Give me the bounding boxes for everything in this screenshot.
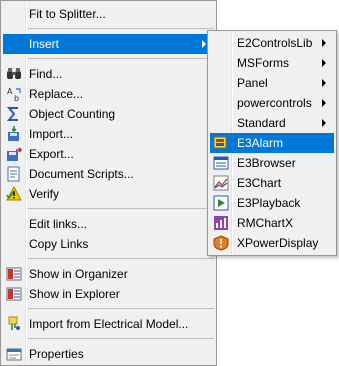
submenu-item-powercontrols[interactable]: powercontrols <box>210 93 334 113</box>
menu-item-label: Copy Links <box>29 237 89 251</box>
electrical-model-icon <box>8 316 20 330</box>
submenu-item-label: XPowerDisplay <box>237 236 319 250</box>
submenu-item-rmchartx[interactable]: RMChartX <box>210 213 334 233</box>
menu-item-label: Show in Explorer <box>29 287 120 301</box>
menu-item-label: Export... <box>29 147 74 161</box>
menu-item-insert[interactable]: Insert <box>3 34 214 54</box>
alarm-icon <box>213 136 227 149</box>
submenu-arrow-icon <box>202 40 206 48</box>
submenu-item-label: RMChartX <box>237 216 294 230</box>
submenu-item-e3browser[interactable]: E3Browser <box>210 153 334 173</box>
menu-item-label: Verify <box>29 187 60 201</box>
menu-item-document-scripts[interactable]: Document Scripts... <box>3 164 214 184</box>
submenu-item-msforms[interactable]: MSForms <box>210 53 334 73</box>
explorer-icon <box>6 287 22 301</box>
chart-icon <box>213 175 229 191</box>
menu-separator <box>28 58 214 59</box>
svg-text:b: b <box>14 94 19 102</box>
submenu-item-e3playback[interactable]: E3Playback <box>210 193 334 213</box>
menu-separator <box>28 208 214 209</box>
menu-item-label: Find... <box>29 67 63 81</box>
import-icon <box>8 126 19 141</box>
organizer-icon <box>6 267 22 281</box>
submenu-item-label: Panel <box>237 76 268 90</box>
menu-item-label: Show in Organizer <box>29 267 128 281</box>
submenu-arrow-icon <box>322 39 326 47</box>
menu-separator <box>28 258 214 259</box>
rmchart-icon <box>214 216 228 230</box>
submenu-item-label: powercontrols <box>237 96 312 110</box>
submenu-item-label: E3Playback <box>237 196 301 210</box>
menu-item-label: Object Counting <box>29 107 116 121</box>
warning-check-icon <box>6 186 22 201</box>
menu-item-import[interactable]: Import... <box>3 124 214 144</box>
menu-item-label: Document Scripts... <box>29 167 134 181</box>
menu-item-label: Import... <box>29 127 74 141</box>
menu-item-label: Import from Electrical Model... <box>29 317 189 331</box>
power-display-icon <box>213 235 229 251</box>
submenu-item-label: Standard <box>237 116 286 130</box>
menu-separator <box>28 28 214 29</box>
menu-item-find[interactable]: Find... <box>3 64 214 84</box>
menu-item-verify[interactable]: Verify <box>3 184 214 204</box>
menu-item-label: Fit to Splitter... <box>29 7 106 21</box>
menu-item-edit-links[interactable]: Edit links... <box>3 214 214 234</box>
menu-item-fit-to-splitter[interactable]: Fit to Splitter... <box>3 4 214 24</box>
submenu-item-label: E3Browser <box>237 156 296 170</box>
scripts-icon <box>7 166 20 182</box>
submenu-item-standard[interactable]: Standard <box>210 113 334 133</box>
menu-item-show-in-explorer[interactable]: Show in Explorer <box>3 284 214 304</box>
submenu-item-e2controlslib[interactable]: E2ControlsLib <box>210 33 334 53</box>
menu-item-properties[interactable]: Properties <box>3 344 214 364</box>
svg-text:A: A <box>7 87 13 96</box>
export-icon <box>7 147 22 161</box>
sigma-icon <box>6 107 18 121</box>
menu-item-show-in-organizer[interactable]: Show in Organizer <box>3 264 214 284</box>
submenu-arrow-icon <box>322 79 326 87</box>
menu-item-label: Edit links... <box>29 217 88 231</box>
binoculars-icon <box>7 68 21 79</box>
submenu-arrow-icon <box>322 59 326 67</box>
submenu-item-label: E3Alarm <box>237 136 284 150</box>
properties-icon <box>6 348 22 361</box>
menu-item-replace[interactable]: A b Replace... <box>3 84 214 104</box>
menu-item-export[interactable]: Export... <box>3 144 214 164</box>
menu-item-object-counting[interactable]: Object Counting <box>3 104 214 124</box>
submenu-arrow-icon <box>322 99 326 107</box>
menu-separator <box>28 338 214 339</box>
submenu-item-panel[interactable]: Panel <box>210 73 334 93</box>
menu-separator <box>28 308 214 309</box>
submenu-item-label: E3Chart <box>237 176 282 190</box>
menu-item-copy-links[interactable]: Copy Links <box>3 234 214 254</box>
submenu-item-xpowerdisplay[interactable]: XPowerDisplay <box>210 233 334 253</box>
submenu-item-e3alarm[interactable]: E3Alarm <box>210 133 334 153</box>
context-menu: Fit to Splitter... Insert Find... A b Re… <box>0 0 217 366</box>
submenu-item-label: MSForms <box>237 56 289 70</box>
submenu-arrow-icon <box>322 119 326 127</box>
menu-item-label: Insert <box>29 37 60 51</box>
submenu-item-e3chart[interactable]: E3Chart <box>210 173 334 193</box>
browser-icon <box>213 156 229 170</box>
menu-item-import-from-electrical-model[interactable]: Import from Electrical Model... <box>3 314 214 334</box>
insert-submenu: E2ControlsLib MSForms Panel powercontrol… <box>207 30 337 256</box>
playback-icon <box>213 195 229 211</box>
menu-item-label: Replace... <box>29 87 84 101</box>
replace-icon: A b <box>7 87 21 102</box>
submenu-item-label: E2ControlsLib <box>237 36 313 50</box>
menu-item-label: Properties <box>29 347 84 361</box>
